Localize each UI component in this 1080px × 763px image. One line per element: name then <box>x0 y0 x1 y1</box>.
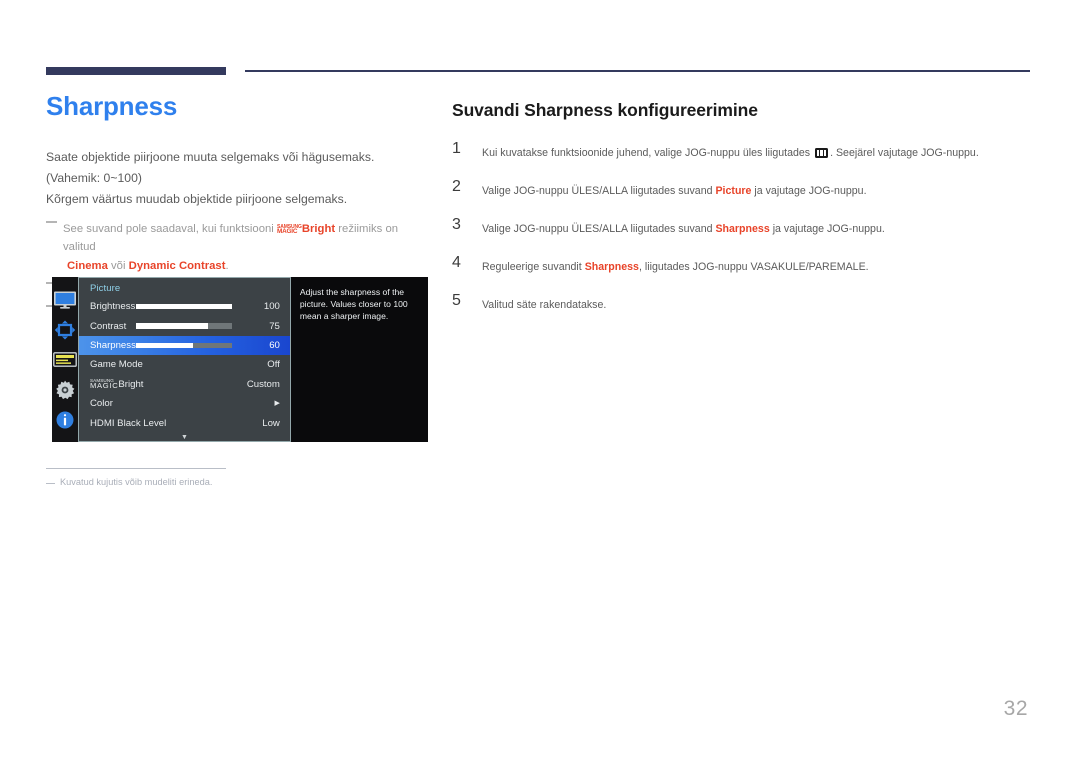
osd-slider-wrap[interactable] <box>135 303 240 310</box>
magic-line-2: MAGIC <box>90 380 119 390</box>
caption-dash-icon <box>46 483 55 484</box>
move-arrows-icon <box>52 320 78 340</box>
step-text: Kui kuvatakse funktsioonide juhend, vali… <box>482 147 979 159</box>
step-item-3: 3 Valige JOG-nuppu ÜLES/ALLA liigutades … <box>452 215 1032 238</box>
document-page: Sharpness Saate objektide piirjoone muut… <box>0 0 1080 763</box>
samsung-magic-bright-logo: SAMSUNG MAGIC Bright <box>277 220 335 239</box>
osd-slider-wrap[interactable] <box>135 342 240 349</box>
step-text-pre: Reguleerige suvandit <box>482 260 585 273</box>
note-item: See suvand pole saadaval, kui funktsioon… <box>46 220 426 276</box>
osd-row-contrast[interactable]: Contrast 75 <box>79 316 290 335</box>
osd-row-value: 60 <box>269 340 280 352</box>
step-item-4: 4 Reguleerige suvandit Sharpness, liigut… <box>452 253 1032 276</box>
osd-row-value: Off <box>267 359 280 371</box>
osd-description-panel: Adjust the sharpness of the picture. Val… <box>290 277 428 442</box>
sharpness-slider[interactable] <box>135 342 232 349</box>
osd-row-sharpness[interactable]: Sharpness 60 <box>79 335 290 356</box>
chevron-right-icon: ▶ <box>274 400 280 408</box>
page-title: Sharpness <box>46 91 178 121</box>
osd-row-label: Game Mode <box>90 359 143 371</box>
step-item-1: 1 Kui kuvatakse funktsioonide juhend, va… <box>452 140 1032 162</box>
samsung-magic-bright-logo: SAMSUNG MAGIC Bright <box>90 378 144 390</box>
caption-rule <box>46 468 226 469</box>
step-text-pre: Valitud säte rakendatakse. <box>482 298 607 311</box>
step-text-pre: Kui kuvatakse funktsioonide juhend, vali… <box>482 147 814 159</box>
magic-word: Bright <box>301 222 336 235</box>
osd-menu-title: Picture <box>90 283 121 294</box>
osd-row-value: Low <box>262 417 280 429</box>
info-icon <box>52 410 78 430</box>
header-rule-thick <box>46 67 226 75</box>
step-number: 1 <box>452 140 461 157</box>
note-bold-cinema: Cinema <box>67 259 108 272</box>
osd-slider-wrap[interactable] <box>126 323 240 329</box>
step-text-post: . Seejärel vajutage JOG-nuppu. <box>830 147 979 159</box>
section-title: Suvandi Sharpness konfigureerimine <box>452 100 758 120</box>
osd-row-hdmi-black-level[interactable]: HDMI Black Level Low <box>79 414 290 433</box>
note-mid: või <box>107 259 129 272</box>
osd-row-label: Color <box>90 398 113 410</box>
gear-icon <box>52 380 78 400</box>
note-bold-dynamic-contrast: Dynamic Contrast <box>128 259 226 272</box>
osd-menu-panel: Picture Brightness 100 Contrast 75 Sharp… <box>78 277 291 442</box>
jog-menu-icon <box>815 148 829 158</box>
osd-row-color[interactable]: Color ▶ <box>79 394 290 413</box>
osd-category-rail <box>52 277 78 442</box>
osd-row-label: Sharpness <box>90 340 136 352</box>
note-text-pre: See suvand pole saadaval, kui funktsioon… <box>63 222 277 235</box>
step-text-post: ja vajutage JOG-nuppu. <box>769 222 885 235</box>
step-text: Valige JOG-nuppu ÜLES/ALLA liigutades su… <box>482 223 885 235</box>
step-text: Valige JOG-nuppu ÜLES/ALLA liigutades su… <box>482 185 867 197</box>
step-bold-picture: Picture <box>715 184 752 197</box>
osd-row-label: Brightness <box>90 301 136 313</box>
note-continuation: Cinema või Dynamic Contrast. <box>63 257 426 276</box>
osd-row-value: 100 <box>263 301 280 313</box>
display-icon <box>52 290 78 310</box>
osd-row-label: Contrast <box>90 320 127 332</box>
intro-paragraph-2: Kõrgem väärtus muudab objektide piirjoon… <box>46 192 348 207</box>
step-text-post: ja vajutage JOG-nuppu. <box>751 184 867 197</box>
header-rule-thin <box>245 70 1030 72</box>
intro-paragraph-1: Saate objektide piirjoone muuta selgemak… <box>46 149 375 185</box>
figure-caption: Kuvatud kujutis võib mudeliti erineda. <box>46 477 406 487</box>
step-item-2: 2 Valige JOG-nuppu ÜLES/ALLA liigutades … <box>452 177 1032 200</box>
osd-row-game-mode[interactable]: Game Mode Off <box>79 355 290 374</box>
osd-row-value: 75 <box>269 320 280 332</box>
osd-scroll-down-indicator[interactable]: ▼ <box>79 433 290 441</box>
caption-text: Kuvatud kujutis võib mudeliti erineda. <box>60 477 213 487</box>
onscreen-display-icon <box>52 350 78 370</box>
step-bold-sharpness: Sharpness <box>584 260 639 273</box>
note-post: . <box>225 259 229 272</box>
step-number: 2 <box>452 177 461 195</box>
osd-row-brightness[interactable]: Brightness 100 <box>79 297 290 316</box>
step-number: 5 <box>452 291 461 309</box>
step-bold-sharpness: Sharpness <box>715 222 770 235</box>
osd-row-label: HDMI Black Level <box>90 417 167 429</box>
page-number: 32 <box>1003 697 1028 720</box>
step-text: Reguleerige suvandit Sharpness, liigutad… <box>482 261 869 273</box>
step-text-post: , liigutades JOG-nuppu VASAKULE/PAREMALE… <box>638 260 869 273</box>
osd-row-value: Custom <box>246 378 280 390</box>
note-dash-icon <box>46 220 57 223</box>
osd-screenshot: Picture Brightness 100 Contrast 75 Sharp… <box>52 277 428 442</box>
step-item-5: 5 Valitud säte rakendatakse. <box>452 291 1032 314</box>
chevron-down-icon: ▼ <box>180 433 188 441</box>
magic-word: Bright <box>118 378 144 390</box>
osd-row-magicbright[interactable]: SAMSUNG MAGIC Bright Custom <box>79 375 290 394</box>
step-number: 4 <box>452 253 461 271</box>
step-text: Valitud säte rakendatakse. <box>482 299 606 311</box>
step-text-pre: Valige JOG-nuppu ÜLES/ALLA liigutades su… <box>482 222 716 235</box>
brightness-slider[interactable] <box>135 303 232 310</box>
right-column: Suvandi Sharpness konfigureerimine 1 Kui… <box>452 100 1032 332</box>
step-number: 3 <box>452 215 461 233</box>
contrast-slider[interactable] <box>135 323 232 329</box>
step-text-pre: Valige JOG-nuppu ÜLES/ALLA liigutades su… <box>482 184 716 197</box>
